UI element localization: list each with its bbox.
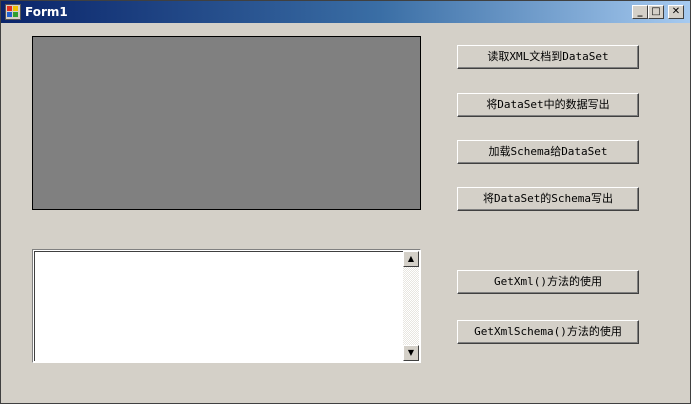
scroll-up-icon[interactable]: ▲ [403, 251, 419, 267]
textbox-content-area[interactable] [34, 251, 419, 361]
scroll-down-icon[interactable]: ▼ [403, 345, 419, 361]
write-data-button[interactable]: 将DataSet中的数据写出 [457, 93, 639, 117]
maximize-icon: □ [651, 6, 661, 17]
data-grid-view[interactable] [32, 36, 421, 210]
get-xml-schema-button[interactable]: GetXmlSchema()方法的使用 [457, 320, 639, 344]
write-schema-button[interactable]: 将DataSet的Schema写出 [457, 187, 639, 211]
read-xml-button[interactable]: 读取XML文档到DataSet [457, 45, 639, 69]
get-xml-button[interactable]: GetXml()方法的使用 [457, 270, 639, 294]
close-button[interactable]: ✕ [668, 5, 684, 19]
output-textbox[interactable]: ▲ ▼ [32, 249, 421, 363]
vertical-scrollbar[interactable]: ▲ ▼ [403, 251, 419, 361]
load-schema-button[interactable]: 加载Schema给DataSet [457, 140, 639, 164]
title-bar[interactable]: Form1 _ □ ✕ [1, 1, 690, 23]
window-title: Form1 [25, 5, 68, 19]
maximize-button[interactable]: □ [648, 5, 664, 19]
form-window: Form1 _ □ ✕ ▲ ▼ 读取XML文档到DataSet 将DataSet… [0, 0, 691, 404]
minimize-icon: _ [637, 6, 643, 17]
minimize-button[interactable]: _ [632, 5, 648, 19]
app-icon[interactable] [5, 4, 21, 20]
close-icon: ✕ [671, 6, 681, 17]
